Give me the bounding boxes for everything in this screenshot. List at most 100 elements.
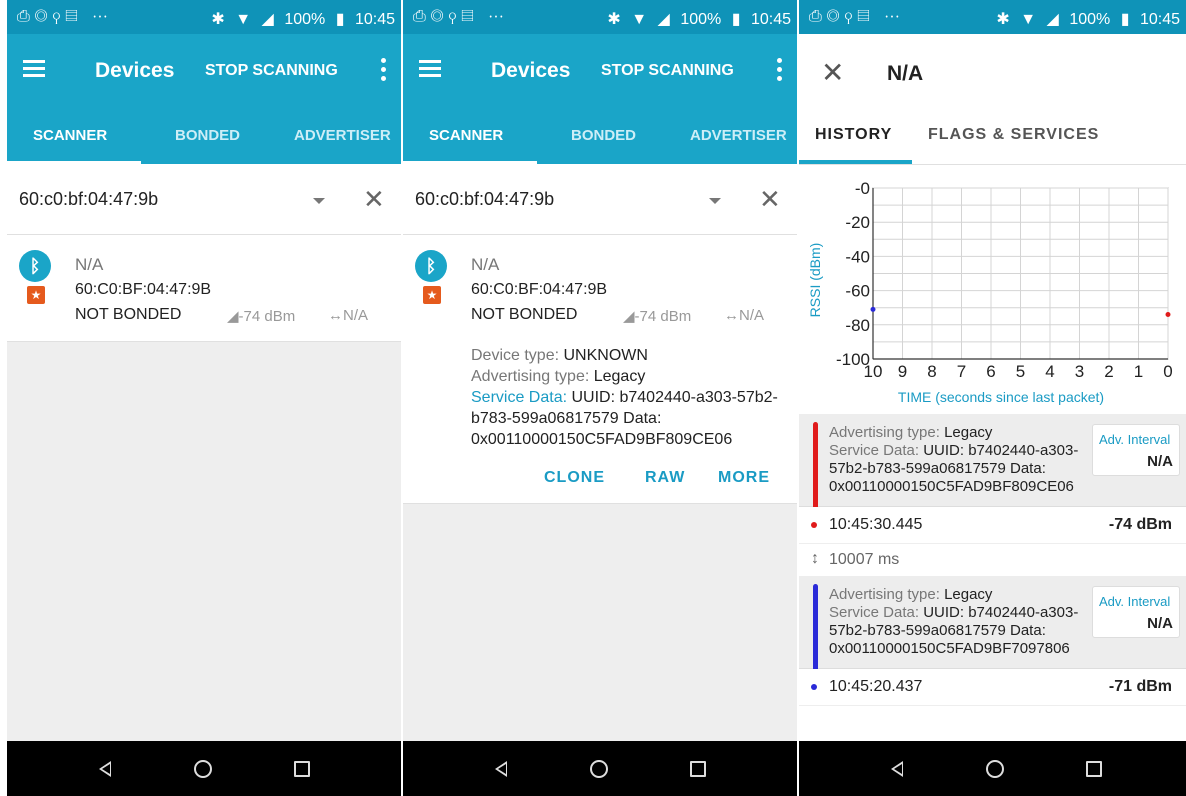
- rssi-data-point: [1165, 312, 1171, 318]
- packet-dot: [811, 522, 817, 528]
- x-axis-label: TIME (seconds since last packet): [898, 389, 1104, 405]
- battery-icon: ▮: [1120, 11, 1130, 28]
- tab-indicator: [799, 160, 912, 164]
- overflow-menu-icon[interactable]: [777, 58, 783, 85]
- filter-input[interactable]: 60:c0:bf:04:47:9b: [19, 189, 158, 210]
- device-name: N/A: [75, 255, 104, 274]
- detail-title: N/A: [887, 62, 924, 85]
- scanner-screen-collapsed: ⎙◎⚲▤ ⋯ ✱ ▼ ◢ 100% ▮ 10:45 Devices STOP S…: [7, 0, 401, 796]
- packet-rssi: -71 dBm: [1108, 678, 1172, 695]
- device-rssi: ◢-74 dBm: [623, 308, 692, 325]
- app-bar: Devices STOP SCANNING: [7, 34, 401, 106]
- packet-time: 10:45:20.437: [829, 678, 923, 695]
- chevron-down-icon[interactable]: [709, 198, 721, 204]
- tab-history[interactable]: HISTORY: [815, 126, 892, 144]
- adv-interval-box: Adv. Interval N/A: [1092, 424, 1180, 476]
- device-interval: ↔N/A: [328, 307, 369, 324]
- home-icon[interactable]: [194, 760, 212, 778]
- back-icon[interactable]: [495, 761, 507, 777]
- device-detail-screen: ⎙◎⚲▤ ⋯ ✱ ▼ ◢ 100% ▮ 10:45 ✕ N/A HISTORY …: [799, 0, 1186, 796]
- battery-icon: ▮: [335, 11, 345, 28]
- status-bar: ⎙◎⚲▤ ⋯ ✱ ▼ ◢ 100% ▮ 10:45: [799, 0, 1186, 34]
- status-notification-icons: ⎙◎⚲▤ ⋯: [809, 8, 905, 25]
- android-navbar: [799, 741, 1186, 796]
- home-icon[interactable]: [590, 760, 608, 778]
- tab-advertiser[interactable]: ADVERTISER: [690, 127, 787, 144]
- tab-bonded[interactable]: BONDED: [571, 127, 636, 144]
- series-color-bar: [813, 422, 818, 518]
- back-icon[interactable]: [891, 761, 903, 777]
- bluetooth-icon: ᛒ: [19, 250, 51, 282]
- empty-list-area: [7, 342, 401, 741]
- overflow-menu-icon[interactable]: [381, 58, 387, 85]
- recents-icon[interactable]: [690, 761, 706, 777]
- battery-icon: ▮: [731, 11, 741, 28]
- close-icon[interactable]: ✕: [759, 184, 781, 215]
- wifi-icon: ▼: [235, 11, 252, 28]
- battery-percent: 100%: [680, 11, 722, 28]
- x-tick-label: 9: [898, 362, 907, 381]
- interval-arrows-icon: ↔: [724, 307, 739, 324]
- star-icon[interactable]: ★: [423, 286, 441, 304]
- y-axis-ticks: -0-20-40-60-80-100: [836, 179, 870, 369]
- stop-scanning-button[interactable]: STOP SCANNING: [205, 62, 338, 80]
- filter-input[interactable]: 60:c0:bf:04:47:9b: [415, 189, 554, 210]
- x-tick-label: 8: [927, 362, 936, 381]
- packet-gap: 10007 ms: [829, 551, 900, 568]
- signal-status-icon: ◢: [1046, 11, 1059, 28]
- menu-icon[interactable]: [23, 60, 45, 78]
- clone-button[interactable]: CLONE: [544, 469, 605, 487]
- service-data-row: Service Data: UUID: b7402440-a303-57b2-b…: [471, 389, 778, 448]
- scanner-screen-expanded: ⎙◎⚲▤ ⋯ ✱ ▼ ◢ 100% ▮ 10:45 Devices STOP S…: [403, 0, 797, 796]
- packet-time: 10:45:30.445: [829, 516, 923, 533]
- chevron-down-icon[interactable]: [313, 198, 325, 204]
- tab-scanner[interactable]: SCANNER: [429, 127, 503, 144]
- device-type-row: Device type: UNKNOWN: [471, 347, 648, 364]
- stop-scanning-button[interactable]: STOP SCANNING: [601, 62, 734, 80]
- y-tick-label: -60: [845, 282, 870, 301]
- x-axis-ticks: 10 9 8 7 6 5 4 3 2 1 0: [864, 362, 1173, 381]
- android-navbar: [7, 741, 401, 796]
- adv-type-row: Advertising type: Legacy: [471, 368, 646, 385]
- close-icon[interactable]: ✕: [363, 184, 385, 215]
- device-list-item[interactable]: ᛒ ★ N/A 60:C0:BF:04:47:9B NOT BONDED ◢-7…: [7, 235, 401, 342]
- tab-bonded[interactable]: BONDED: [175, 127, 240, 144]
- clock: 10:45: [354, 11, 395, 28]
- device-rssi: ◢-74 dBm: [227, 308, 296, 325]
- y-axis-label: RSSI (dBm): [807, 243, 823, 318]
- more-button[interactable]: MORE: [718, 469, 770, 487]
- wifi-icon: ▼: [631, 11, 648, 28]
- tab-flags-services[interactable]: FLAGS & SERVICES: [928, 126, 1099, 144]
- page-title: Devices: [491, 59, 571, 82]
- clock: 10:45: [1139, 11, 1180, 28]
- close-icon[interactable]: ✕: [821, 56, 844, 89]
- app-bar: Devices STOP SCANNING: [403, 34, 797, 106]
- detail-tab-bar: HISTORY FLAGS & SERVICES: [799, 114, 1186, 165]
- back-icon[interactable]: [99, 761, 111, 777]
- signal-status-icon: ◢: [261, 11, 274, 28]
- interval-arrows-icon: ↔: [328, 307, 343, 324]
- y-tick-label: -0: [855, 179, 870, 198]
- tab-advertiser[interactable]: ADVERTISER: [294, 127, 391, 144]
- status-bar: ⎙◎⚲▤ ⋯ ✱ ▼ ◢ 100% ▮ 10:45: [403, 0, 797, 34]
- x-tick-label: 0: [1163, 362, 1172, 381]
- android-navbar: [403, 741, 797, 796]
- bluetooth-status-icon: ✱: [211, 11, 225, 28]
- signal-icon: ◢: [227, 308, 239, 325]
- tab-scanner[interactable]: SCANNER: [33, 127, 107, 144]
- history-packet-row: 10:45:20.437 -71 dBm: [799, 669, 1186, 706]
- raw-button[interactable]: RAW: [645, 469, 685, 487]
- menu-icon[interactable]: [419, 60, 441, 78]
- wifi-icon: ▼: [1020, 11, 1037, 28]
- recents-icon[interactable]: [294, 761, 310, 777]
- history-adv-entry: Advertising type: Legacy Service Data: U…: [799, 576, 1186, 680]
- empty-list-area: [403, 504, 797, 741]
- bond-state: NOT BONDED: [75, 306, 182, 323]
- recents-icon[interactable]: [1086, 761, 1102, 777]
- detail-toolbar: ✕ N/A: [799, 34, 1186, 114]
- home-icon[interactable]: [986, 760, 1004, 778]
- battery-percent: 100%: [1069, 11, 1111, 28]
- star-icon[interactable]: ★: [27, 286, 45, 304]
- series-color-bar: [813, 584, 818, 680]
- device-list-item-expanded[interactable]: ᛒ ★ N/A 60:C0:BF:04:47:9B NOT BONDED ◢-7…: [403, 235, 797, 504]
